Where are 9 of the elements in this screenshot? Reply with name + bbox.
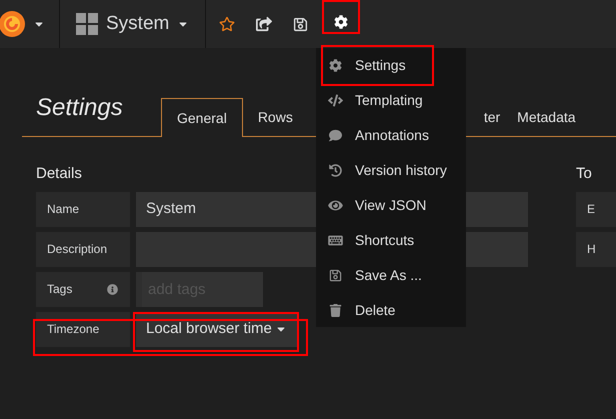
page-title: Settings (35, 93, 124, 123)
field-label: Description (36, 232, 130, 266)
field-label: Tags (36, 272, 130, 306)
field-label: H (576, 232, 616, 266)
field-label: Name (36, 192, 130, 226)
section-heading: To (576, 164, 592, 184)
field-label: E (576, 192, 616, 226)
section-heading: Details (36, 164, 82, 184)
field-label: Timezone (36, 312, 130, 346)
